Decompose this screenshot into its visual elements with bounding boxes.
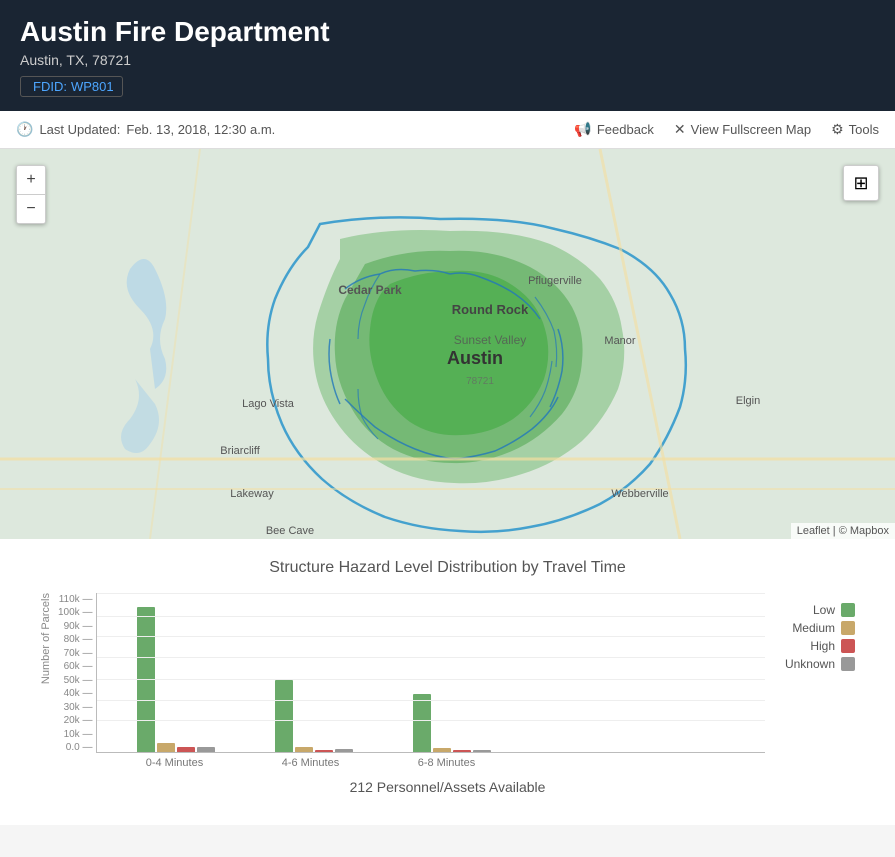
x-label-4-6: 4-6 Minutes bbox=[272, 757, 348, 769]
chart-legend: Low Medium High Unknown bbox=[785, 593, 855, 671]
legend-label-medium: Medium bbox=[792, 621, 835, 635]
department-location: Austin, TX, 78721 bbox=[20, 52, 875, 68]
svg-text:Round Rock: Round Rock bbox=[452, 302, 529, 317]
y-tick-8: 30k — bbox=[64, 703, 93, 713]
x-axis-labels: 0-4 Minutes 4-6 Minutes 6-8 Minutes bbox=[96, 753, 765, 769]
chart-title: Structure Hazard Level Distribution by T… bbox=[20, 559, 875, 577]
legend-item-unknown: Unknown bbox=[785, 657, 855, 671]
last-updated-label: Last Updated: bbox=[39, 122, 120, 137]
svg-text:Webberville: Webberville bbox=[611, 488, 668, 500]
bar-low-4-6 bbox=[275, 680, 293, 752]
y-axis-label: Number of Parcels bbox=[40, 593, 52, 684]
y-tick-7: 40k — bbox=[64, 689, 93, 699]
bars-0-4 bbox=[137, 602, 215, 752]
y-tick-9: 20k — bbox=[64, 716, 93, 726]
zoom-in-button[interactable]: + bbox=[17, 166, 45, 194]
bar-low-6-8 bbox=[413, 694, 431, 752]
svg-text:Pflugerville: Pflugerville bbox=[528, 275, 582, 287]
legend-item-medium: Medium bbox=[785, 621, 855, 635]
map-svg: Austin Sunset Valley 78721 Round Rock La… bbox=[0, 149, 895, 539]
bar-high-6-8 bbox=[453, 750, 471, 752]
fdid-label: FDID: bbox=[33, 79, 67, 94]
svg-text:Lakeway: Lakeway bbox=[230, 488, 274, 500]
feedback-label: Feedback bbox=[597, 122, 654, 137]
personnel-label: 212 Personnel/Assets Available bbox=[20, 779, 875, 805]
last-updated-value: Feb. 13, 2018, 12:30 a.m. bbox=[126, 122, 275, 137]
toolbar-right: 📢 Feedback ✕ View Fullscreen Map ⚙ Tools bbox=[574, 121, 879, 138]
y-tick-10: 10k — bbox=[64, 730, 93, 740]
chart-section: Structure Hazard Level Distribution by T… bbox=[0, 539, 895, 825]
bar-group-4-6 bbox=[275, 602, 353, 752]
bar-high-4-6 bbox=[315, 750, 333, 752]
svg-text:Sunset Valley: Sunset Valley bbox=[454, 333, 527, 347]
bar-group-6-8 bbox=[413, 602, 491, 752]
bar-chart-area: 0-4 Minutes 4-6 Minutes 6-8 Minutes bbox=[96, 593, 765, 769]
bar-unknown-4-6 bbox=[335, 749, 353, 752]
svg-text:Bee Cave: Bee Cave bbox=[266, 525, 314, 537]
legend-box-low bbox=[841, 603, 855, 617]
svg-text:78721: 78721 bbox=[466, 376, 494, 387]
y-tick-0: 110k — bbox=[59, 595, 93, 605]
bar-group-0-4 bbox=[137, 602, 215, 752]
bar-medium-0-4 bbox=[157, 743, 175, 752]
bar-high-0-4 bbox=[177, 747, 195, 752]
map-attribution: Leaflet | © Mapbox bbox=[791, 523, 895, 539]
svg-text:Cedar Park: Cedar Park bbox=[338, 283, 402, 297]
legend-label-high: High bbox=[810, 639, 835, 653]
y-tick-4: 70k — bbox=[64, 649, 93, 659]
tools-label: Tools bbox=[849, 122, 879, 137]
svg-text:Elgin: Elgin bbox=[736, 395, 760, 407]
y-tick-11: 0.0 — bbox=[66, 743, 93, 753]
layers-icon: ⊞ bbox=[853, 173, 868, 194]
legend-label-low: Low bbox=[813, 603, 835, 617]
svg-text:Manor: Manor bbox=[604, 335, 636, 347]
toolbar-left: 🕐 Last Updated: Feb. 13, 2018, 12:30 a.m… bbox=[16, 121, 574, 138]
fullscreen-icon: ✕ bbox=[674, 121, 686, 138]
attribution-text: Leaflet | © Mapbox bbox=[797, 525, 889, 537]
bar-medium-4-6 bbox=[295, 747, 313, 752]
tools-button[interactable]: ⚙ Tools bbox=[831, 121, 879, 138]
y-tick-3: 80k — bbox=[64, 635, 93, 645]
x-label-6-8: 6-8 Minutes bbox=[408, 757, 484, 769]
gear-icon: ⚙ bbox=[831, 121, 844, 138]
fdid-badge: FDID: WP801 bbox=[20, 76, 123, 97]
y-tick-5: 60k — bbox=[64, 662, 93, 672]
legend-label-unknown: Unknown bbox=[785, 657, 835, 671]
bar-low-0-4 bbox=[137, 607, 155, 752]
x-label-0-4: 0-4 Minutes bbox=[136, 757, 212, 769]
y-tick-6: 50k — bbox=[64, 676, 93, 686]
legend-item-high: High bbox=[785, 639, 855, 653]
page-header: Austin Fire Department Austin, TX, 78721… bbox=[0, 0, 895, 111]
y-tick-2: 90k — bbox=[64, 622, 93, 632]
toolbar: 🕐 Last Updated: Feb. 13, 2018, 12:30 a.m… bbox=[0, 111, 895, 149]
bars-4-6 bbox=[275, 602, 353, 752]
fdid-value: WP801 bbox=[71, 79, 114, 94]
y-tick-1: 100k — bbox=[58, 608, 92, 618]
fullscreen-button[interactable]: ✕ View Fullscreen Map bbox=[674, 121, 811, 138]
y-axis-ticks: 110k — 100k — 90k — 80k — 70k — 60k — 50k — 40k… bbox=[58, 593, 96, 753]
bars-6-8 bbox=[413, 602, 491, 752]
map-zoom-controls: + − bbox=[16, 165, 46, 224]
legend-box-medium bbox=[841, 621, 855, 635]
bar-medium-6-8 bbox=[433, 748, 451, 752]
svg-text:Lago Vista: Lago Vista bbox=[242, 398, 295, 410]
legend-item-low: Low bbox=[785, 603, 855, 617]
clock-icon: 🕐 bbox=[16, 121, 33, 138]
feedback-button[interactable]: 📢 Feedback bbox=[574, 121, 654, 138]
department-title: Austin Fire Department bbox=[20, 16, 875, 48]
zoom-out-button[interactable]: − bbox=[17, 195, 45, 223]
fullscreen-label: View Fullscreen Map bbox=[691, 122, 811, 137]
legend-box-unknown bbox=[841, 657, 855, 671]
bar-unknown-6-8 bbox=[473, 750, 491, 752]
map-container[interactable]: Austin Sunset Valley 78721 Round Rock La… bbox=[0, 149, 895, 539]
svg-text:Briarcliff: Briarcliff bbox=[220, 445, 260, 457]
bar-unknown-0-4 bbox=[197, 747, 215, 752]
svg-text:Austin: Austin bbox=[447, 348, 503, 368]
feedback-icon: 📢 bbox=[574, 121, 591, 138]
layers-button[interactable]: ⊞ bbox=[843, 165, 879, 201]
legend-box-high bbox=[841, 639, 855, 653]
